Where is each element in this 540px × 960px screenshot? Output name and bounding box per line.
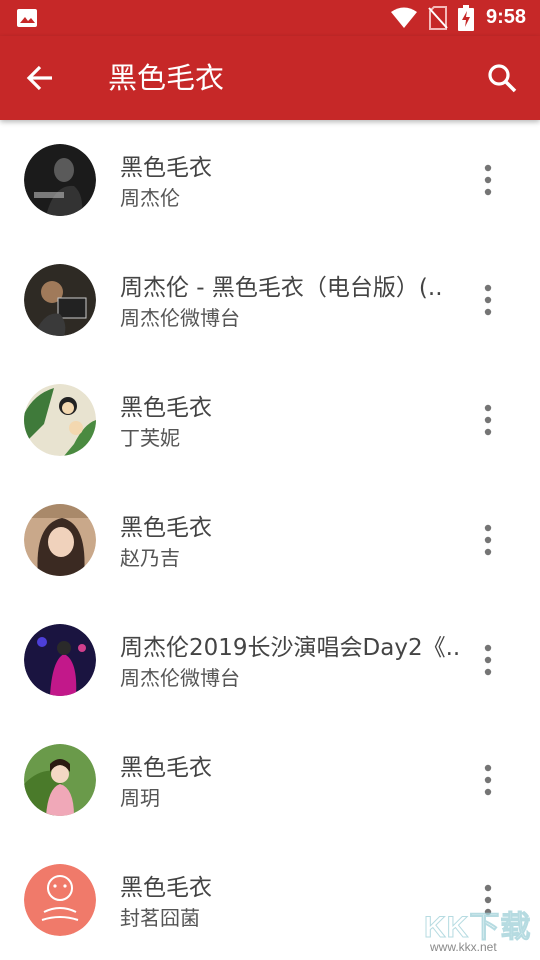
avatar — [24, 744, 96, 816]
more-vert-icon — [484, 524, 492, 556]
list-item[interactable]: 黑色毛衣 丁芙妮 — [0, 360, 540, 480]
list-item[interactable]: 黑色毛衣 周玥 — [0, 720, 540, 840]
song-title: 周杰伦 - 黑色毛衣（电台版）(.. — [120, 275, 443, 301]
search-icon — [488, 64, 517, 93]
no-sim-icon — [428, 6, 448, 30]
avatar — [24, 144, 96, 216]
status-bar: 9:58 — [0, 0, 540, 36]
more-options-button[interactable] — [470, 760, 506, 800]
arrow-left-icon — [26, 65, 52, 91]
more-vert-icon — [484, 404, 492, 436]
avatar — [24, 864, 96, 936]
song-title: 黑色毛衣 — [120, 395, 212, 421]
gallery-icon — [17, 9, 37, 27]
song-title: 黑色毛衣 — [120, 515, 212, 541]
more-options-button[interactable] — [470, 640, 506, 680]
song-artist: 周杰伦微博台 — [120, 666, 240, 690]
status-time: 9:58 — [486, 6, 527, 28]
song-artist: 赵乃吉 — [120, 546, 180, 570]
list-item[interactable]: 黑色毛衣 周杰伦 — [0, 120, 540, 240]
song-artist: 周杰伦 — [120, 186, 180, 210]
avatar — [24, 624, 96, 696]
more-vert-icon — [484, 764, 492, 796]
avatar — [24, 264, 96, 336]
wifi-icon — [391, 7, 417, 28]
search-results-list: 黑色毛衣 周杰伦 周杰伦 - 黑色毛衣（电台版）(.. 周杰伦微博台 黑色毛衣 … — [0, 120, 540, 960]
watermark: KK下载 www.kkx.net — [420, 900, 538, 958]
back-button[interactable] — [20, 58, 60, 98]
app-bar: 黑色毛衣 — [0, 36, 540, 120]
more-options-button[interactable] — [470, 280, 506, 320]
avatar — [24, 384, 96, 456]
avatar — [24, 504, 96, 576]
watermark-url: www.kkx.net — [430, 940, 497, 954]
song-artist: 封茗囧菌 — [120, 906, 200, 930]
song-title: 周杰伦2019长沙演唱会Day2《.. — [120, 635, 460, 661]
more-vert-icon — [484, 284, 492, 316]
more-options-button[interactable] — [470, 400, 506, 440]
song-title: 黑色毛衣 — [120, 755, 212, 781]
battery-charging-icon — [458, 5, 474, 31]
song-artist: 周杰伦微博台 — [120, 306, 240, 330]
search-button[interactable] — [482, 58, 524, 100]
song-artist: 周玥 — [120, 786, 160, 810]
song-title: 黑色毛衣 — [120, 875, 212, 901]
more-options-button[interactable] — [470, 160, 506, 200]
list-item[interactable]: 黑色毛衣 赵乃吉 — [0, 480, 540, 600]
list-item[interactable]: 周杰伦 - 黑色毛衣（电台版）(.. 周杰伦微博台 — [0, 240, 540, 360]
song-artist: 丁芙妮 — [120, 426, 180, 450]
more-options-button[interactable] — [470, 520, 506, 560]
song-title: 黑色毛衣 — [120, 155, 212, 181]
more-vert-icon — [484, 164, 492, 196]
page-title: 黑色毛衣 — [108, 61, 225, 95]
list-item[interactable]: 周杰伦2019长沙演唱会Day2《.. 周杰伦微博台 — [0, 600, 540, 720]
more-vert-icon — [484, 644, 492, 676]
